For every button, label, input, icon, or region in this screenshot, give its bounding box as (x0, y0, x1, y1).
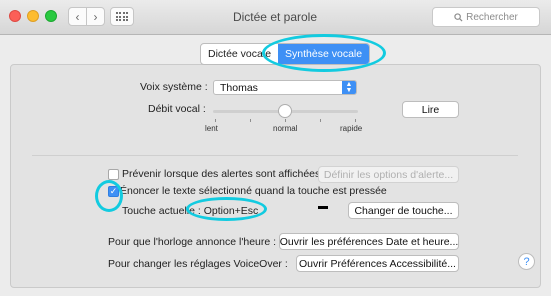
close-button[interactable] (9, 10, 21, 22)
question-icon: ? (523, 255, 530, 268)
title-bar: ‹ › Dictée et parole Rechercher (0, 0, 551, 35)
chevron-right-icon: › (93, 9, 98, 24)
slider-tick (355, 119, 356, 122)
voice-value: Thomas (220, 82, 258, 94)
slider-tick (285, 119, 286, 122)
segmented-tabs: Dictée vocale Synthèse vocale (200, 43, 371, 65)
tab-text-to-speech[interactable]: Synthèse vocale (278, 44, 370, 64)
voice-label: Voix système : (140, 81, 208, 93)
speak-selection-checkbox[interactable]: ✓ (108, 186, 119, 197)
help-button[interactable]: ? (518, 253, 535, 270)
rate-slow-label: lent (205, 124, 218, 133)
search-field[interactable]: Rechercher (432, 7, 540, 27)
speak-selection-label: Énoncer le texte sélectionné quand la to… (120, 185, 387, 197)
current-key-label: Touche actuelle : Option+Esc (122, 205, 259, 217)
chevron-left-icon: ‹ (75, 9, 80, 24)
back-button[interactable]: ‹ (68, 7, 87, 26)
slider-tick (215, 119, 216, 122)
open-accessibility-button[interactable]: Ouvrir Préférences Accessibilité... (296, 255, 459, 272)
section-divider (32, 155, 518, 156)
open-date-time-button[interactable]: Ouvrir les préférences Date et heure... (279, 233, 459, 250)
popup-arrows-icon: ▲ ▼ (342, 81, 356, 94)
rate-fast-label: rapide (340, 124, 363, 133)
rate-slider-thumb[interactable] (278, 104, 292, 118)
window-title: Dictée et parole (232, 10, 318, 24)
slider-tick (320, 119, 321, 122)
preferences-window: ‹ › Dictée et parole Rechercher Dictée v… (0, 0, 551, 296)
minimize-button[interactable] (27, 10, 39, 22)
rate-label: Débit vocal : (148, 103, 206, 115)
voice-popup[interactable]: Thomas ▲ ▼ (213, 80, 357, 95)
forward-button[interactable]: › (86, 7, 105, 26)
show-all-button[interactable] (110, 7, 134, 26)
slider-tick (250, 119, 251, 122)
tab-dictation[interactable]: Dictée vocale (201, 44, 278, 64)
voiceover-label: Pour changer les réglages VoiceOver : (108, 258, 288, 270)
search-icon (454, 12, 463, 22)
key-indicator (318, 206, 328, 209)
change-key-button[interactable]: Changer de touche... (348, 202, 459, 219)
zoom-button[interactable] (45, 10, 57, 22)
search-placeholder: Rechercher (466, 11, 518, 23)
rate-normal-label: normal (273, 124, 298, 133)
clock-label: Pour que l'horloge annonce l'heure : (108, 236, 277, 248)
grid-icon (115, 12, 129, 21)
alert-options-button[interactable]: Définir les options d'alerte... (318, 166, 459, 183)
alerts-label: Prévenir lorsque des alertes sont affich… (122, 168, 321, 180)
alerts-checkbox[interactable] (108, 169, 119, 180)
play-button[interactable]: Lire (402, 101, 459, 118)
